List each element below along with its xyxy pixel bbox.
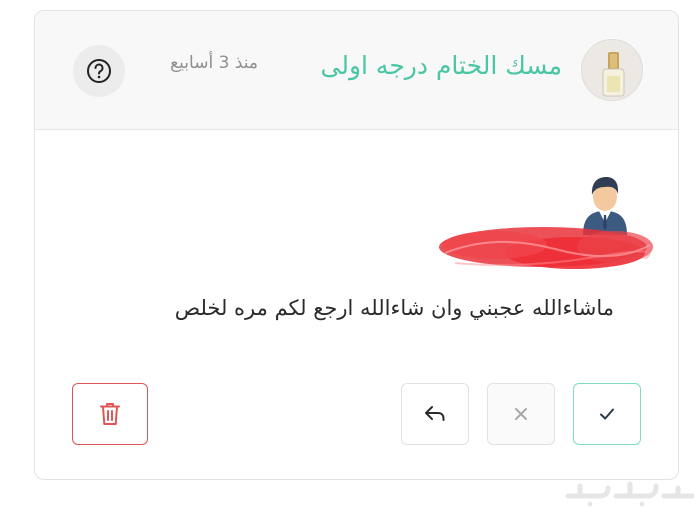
trash-icon [100,403,120,425]
haraj-watermark-logo [560,474,700,509]
review-card: مسك الختام درجه اولى منذ 3 أسابيع ماشاءا… [34,10,679,480]
reply-button[interactable] [401,383,469,445]
reply-arrow-icon [425,406,445,421]
redaction-scribble [439,227,653,269]
haraj-logo-icon [565,481,695,507]
review-comment: ماشاءالله عجبني وان شاءالله ارجع لكم مره… [174,296,614,320]
product-thumbnail[interactable] [581,39,643,101]
approve-button[interactable] [573,383,641,445]
time-ago: منذ 3 أسابيع [170,53,258,73]
perfume-bottle-icon [582,40,642,100]
check-icon [600,408,614,420]
question-circle-icon [87,59,111,83]
product-title[interactable]: مسك الختام درجه اولى [321,51,562,80]
reject-button[interactable] [487,383,555,445]
x-icon [515,408,527,420]
delete-button[interactable] [72,383,148,445]
censored-reviewer-name [435,223,657,275]
review-header: مسك الختام درجه اولى منذ 3 أسابيع [35,11,678,130]
help-button[interactable] [73,45,125,97]
